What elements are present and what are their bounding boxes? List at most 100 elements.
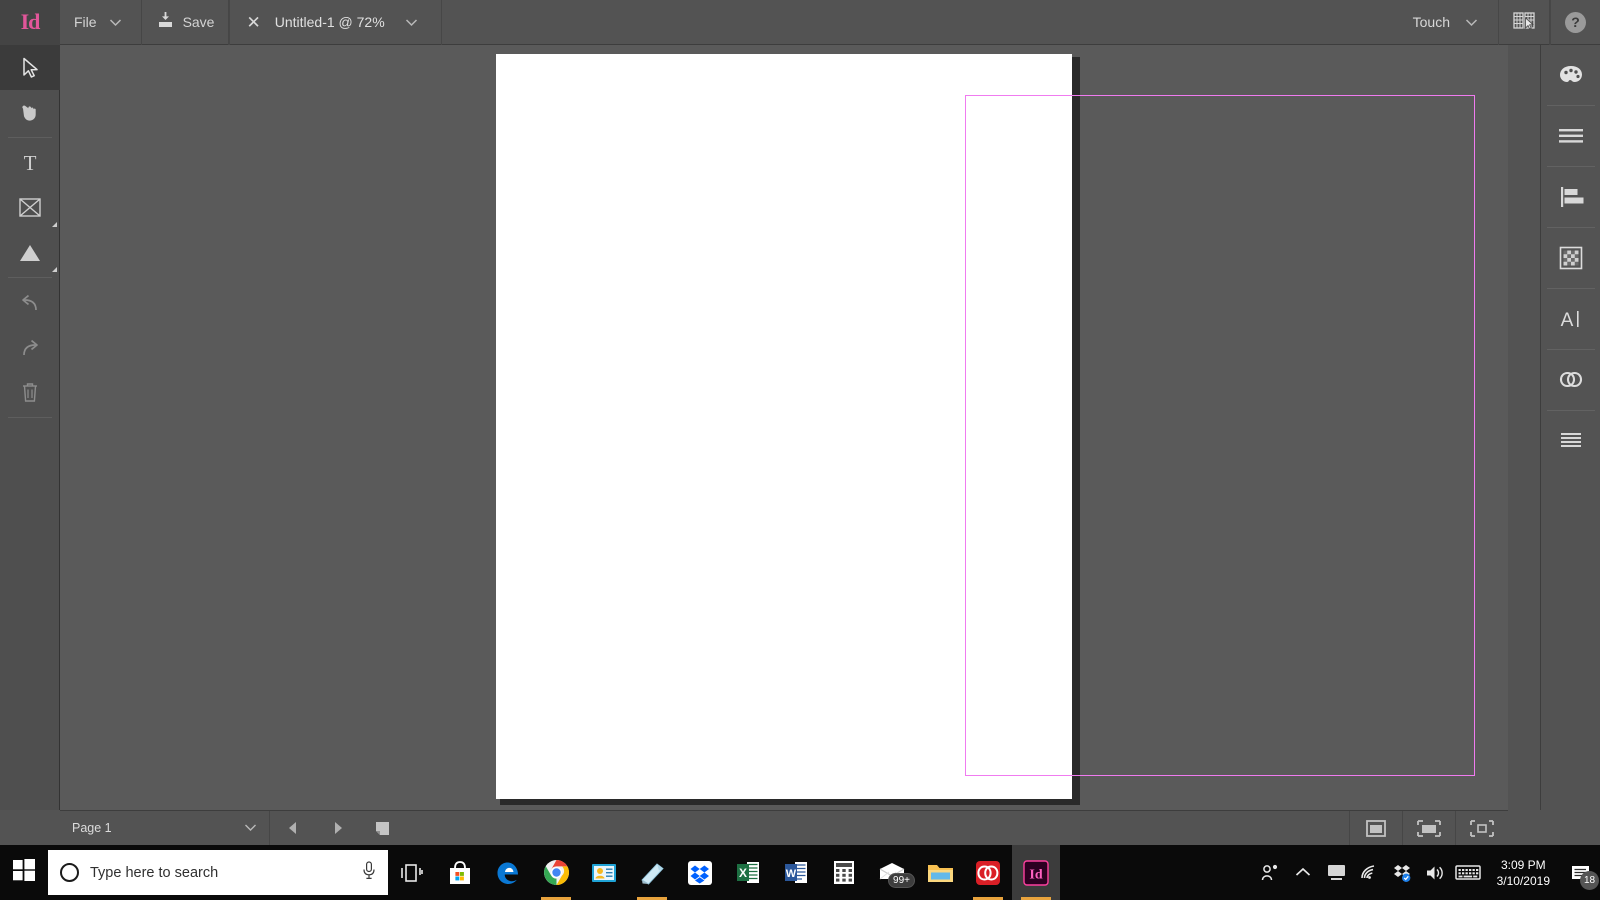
display-tray-icon [1327, 865, 1345, 880]
search-input[interactable]: Type here to search [90, 865, 351, 881]
pages-panel-button[interactable] [1541, 411, 1600, 471]
taskbar-clock[interactable]: 3:09 PM 3/10/2019 [1485, 857, 1562, 889]
checkerboard-icon [1559, 246, 1583, 270]
presentation-mode-button[interactable] [1456, 811, 1508, 845]
hand-tool[interactable] [0, 90, 60, 135]
shape-tool[interactable] [0, 230, 60, 275]
presentation-mode-icon [1470, 819, 1494, 837]
tool-divider-1 [7, 137, 52, 138]
task-view-icon [401, 863, 423, 882]
frame-tool[interactable] [0, 185, 60, 230]
start-button[interactable] [0, 845, 48, 900]
dropbox-tray-icon [1394, 864, 1411, 882]
save-button[interactable]: Save [142, 0, 230, 45]
effects-panel-button[interactable] [1541, 228, 1600, 288]
chevron-down-icon[interactable] [105, 18, 127, 27]
cc-libraries-panel-button[interactable] [1541, 350, 1600, 410]
next-page-icon [334, 822, 342, 834]
microsoft-excel-icon: X [737, 862, 759, 883]
wifi-icon [1360, 865, 1374, 879]
app-logo: Id [0, 0, 60, 45]
taskbar-app-dropbox[interactable] [676, 845, 724, 900]
panels-dock: A [1540, 45, 1600, 810]
prev-page-button[interactable] [270, 811, 315, 845]
help-icon: ? [1565, 11, 1586, 33]
delete-tool[interactable] [0, 370, 60, 415]
selection-tool[interactable] [0, 45, 60, 90]
keyboard-button[interactable] [1452, 845, 1485, 900]
bleed-preview-icon [1417, 819, 1441, 837]
redo-tool[interactable] [0, 325, 60, 370]
view-mode-group [1349, 811, 1508, 845]
display-tray-button[interactable] [1320, 845, 1353, 900]
google-chrome-icon [543, 860, 569, 885]
document-tab[interactable]: ✕ Untitled-1 @ 72% [229, 0, 442, 45]
microphone-icon[interactable] [362, 860, 376, 885]
svg-text:X: X [739, 866, 747, 880]
document-title: Untitled-1 @ 72% [274, 14, 385, 30]
taskbar-app-sticky-notes[interactable] [628, 845, 676, 900]
indesign-window: Id File Save ✕ Untitled-1 @ 72% Touch ? … [0, 0, 1600, 900]
taskbar-app-calculator[interactable] [820, 845, 868, 900]
document-canvas[interactable] [60, 45, 1508, 810]
microsoft-word-icon: W [785, 862, 807, 883]
properties-panel-button[interactable] [1541, 106, 1600, 166]
close-icon[interactable]: ✕ [246, 14, 260, 31]
cortana-circle-icon[interactable] [60, 863, 79, 882]
microsoft-edge-icon [497, 862, 518, 884]
taskbar-app-google-chrome[interactable] [532, 845, 580, 900]
new-page-icon [376, 821, 389, 835]
next-page-button[interactable] [315, 811, 360, 845]
taskbar-app-people[interactable] [580, 845, 628, 900]
top-toolbar: Id File Save ✕ Untitled-1 @ 72% Touch ? [0, 0, 1600, 45]
page-selector[interactable]: Page 1 [60, 811, 270, 845]
creative-cloud-icon [1559, 371, 1583, 388]
taskbar-app-microsoft-word[interactable]: W [772, 845, 820, 900]
character-panel-button[interactable]: A [1541, 289, 1600, 349]
document-page[interactable] [496, 54, 1475, 799]
tool-flyout-indicator[interactable] [52, 222, 57, 227]
clock-date: 3/10/2019 [1496, 873, 1550, 888]
undo-tool[interactable] [0, 280, 60, 325]
align-panel-button[interactable] [1541, 167, 1600, 227]
chevron-down-icon[interactable] [244, 821, 257, 835]
show-hidden-icons-button[interactable] [1287, 845, 1320, 900]
file-menu-button[interactable]: File [60, 0, 142, 45]
system-tray: 3:09 PM 3/10/2019 18 [1254, 845, 1600, 900]
page-label: Page 1 [72, 821, 112, 835]
taskbar-app-creative-cloud[interactable] [964, 845, 1012, 900]
search-box[interactable]: Type here to search [48, 850, 388, 895]
chevron-down-icon[interactable] [1458, 18, 1484, 27]
dropbox-tray-button[interactable] [1386, 845, 1419, 900]
people-tray-button[interactable] [1254, 845, 1287, 900]
tool-divider-2 [7, 277, 52, 278]
new-page-button[interactable] [360, 811, 405, 845]
taskbar-app-file-explorer[interactable] [916, 845, 964, 900]
prev-page-icon [288, 822, 296, 834]
preview-mode-button[interactable] [1350, 811, 1402, 845]
keyboard-icon [1455, 865, 1481, 880]
creative-cloud-app-icon [976, 860, 1000, 885]
chevron-down-icon[interactable] [399, 18, 425, 27]
workspace-switcher-button[interactable] [1499, 0, 1550, 45]
bleed-preview-button[interactable] [1403, 811, 1455, 845]
wifi-button[interactable] [1353, 845, 1386, 900]
taskbar-app-microsoft-excel[interactable]: X [724, 845, 772, 900]
taskbar-app-microsoft-edge[interactable] [484, 845, 532, 900]
taskbar-app-task-view[interactable] [388, 845, 436, 900]
tool-divider-3 [7, 417, 52, 418]
clock-time: 3:09 PM [1500, 857, 1546, 872]
volume-button[interactable] [1419, 845, 1452, 900]
taskbar-app-indesign[interactable]: Id [1012, 845, 1060, 900]
notification-center-button[interactable]: 18 [1562, 845, 1600, 900]
file-menu-label: File [74, 14, 97, 30]
indesign-app-icon: Id [1023, 859, 1049, 886]
taskbar-app-mail[interactable]: 99+ [868, 845, 916, 900]
workspace-selector[interactable]: Touch [1399, 0, 1498, 45]
type-tool[interactable]: T [0, 140, 60, 185]
help-button[interactable]: ? [1551, 0, 1600, 45]
color-panel-button[interactable] [1541, 45, 1600, 105]
windows-start-icon [13, 859, 35, 886]
taskbar-app-microsoft-store[interactable] [436, 845, 484, 900]
tool-flyout-indicator-2[interactable] [52, 267, 57, 272]
